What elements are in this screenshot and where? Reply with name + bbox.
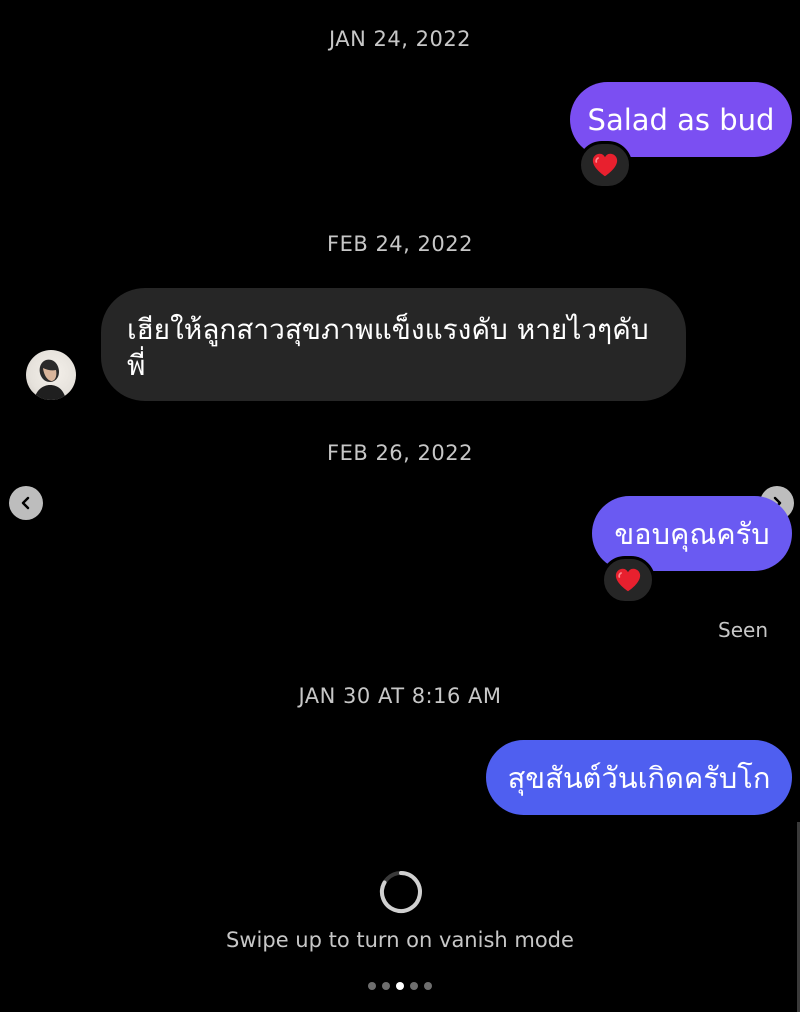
page-dot: [368, 982, 376, 990]
page-dot: [424, 982, 432, 990]
date-separator: JAN 24, 2022: [328, 27, 472, 51]
page-dot: [410, 982, 418, 990]
message-text: ขอบคุณครับ: [614, 516, 770, 551]
date-separator: FEB 24, 2022: [327, 232, 473, 256]
message-reaction[interactable]: [578, 141, 632, 189]
heart-icon: [592, 153, 618, 177]
date-separator: JAN 30 AT 8:16 AM: [298, 684, 502, 708]
page-dot-active: [396, 982, 404, 990]
loading-spinner-icon: [378, 869, 424, 915]
previous-button[interactable]: [9, 486, 43, 520]
message-text: สุขสันต์วันเกิดครับโก: [507, 760, 771, 795]
page-indicator: [0, 982, 800, 990]
vanish-mode-hint: Swipe up to turn on vanish mode: [226, 928, 574, 952]
outgoing-message[interactable]: สุขสันต์วันเกิดครับโก: [486, 740, 792, 815]
heart-icon: [615, 568, 641, 592]
avatar-image: [34, 359, 66, 400]
seen-status: Seen: [718, 618, 768, 642]
contact-avatar[interactable]: [26, 350, 76, 400]
chat-screen: JAN 24, 2022 Salad as bud FEB 24, 2022 เ…: [0, 0, 800, 1012]
message-text: Salad as bud: [587, 102, 775, 137]
message-reaction[interactable]: [601, 556, 655, 604]
date-separator: FEB 26, 2022: [327, 441, 473, 465]
chevron-left-icon: [21, 496, 30, 510]
incoming-message[interactable]: เฮียให้ลูกสาวสุขภาพแข็งแรงคับ หายไวๆคับพ…: [101, 288, 686, 401]
message-text: เฮียให้ลูกสาวสุขภาพแข็งแรงคับ หายไวๆคับพ…: [127, 313, 649, 382]
page-dot: [382, 982, 390, 990]
